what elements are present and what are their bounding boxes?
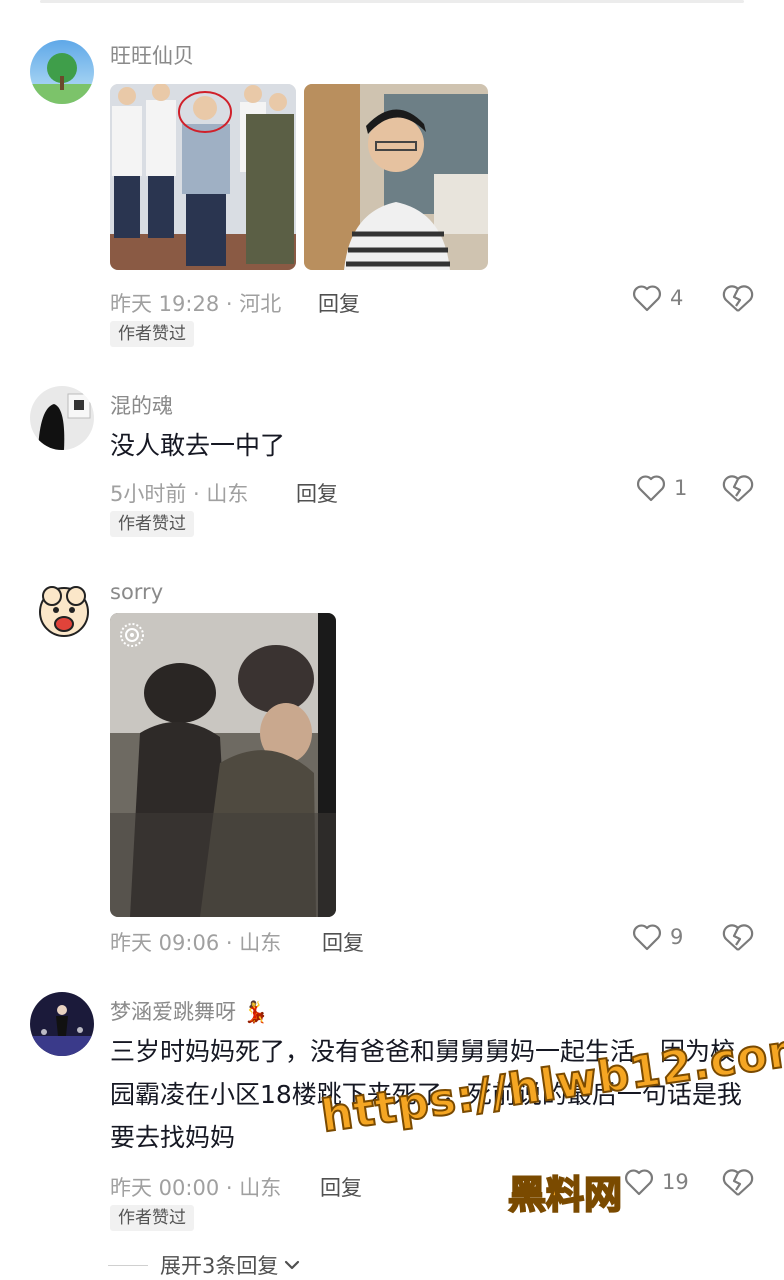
author-liked-badge: 作者赞过	[110, 511, 194, 537]
avatar[interactable]	[30, 386, 94, 450]
username-text: 梦涵爱跳舞呀	[110, 1000, 236, 1024]
username[interactable]: 混的魂	[110, 390, 173, 420]
expand-replies-label: 展开3条回复	[160, 1254, 279, 1278]
comment-meta: 昨天 09:06 · 山东	[110, 931, 282, 955]
comment-image-live-photo[interactable]	[110, 613, 336, 917]
watermark-label: 黑料网	[507, 1172, 623, 1218]
comment-image-selfie-photo[interactable]	[304, 84, 488, 270]
comment-meta: 昨天 00:00 · 山东	[110, 1176, 282, 1200]
reply-button[interactable]: 回复	[320, 1172, 362, 1202]
comment-text: 三岁时妈妈死了，没有爸爸和舅舅舅妈一起生活，因为校园霸凌在小区18楼跳下来死了，…	[110, 1037, 742, 1152]
expand-replies-button[interactable]: 展开3条回复	[108, 1250, 302, 1280]
username[interactable]: 梦涵爱跳舞呀 💃	[110, 996, 269, 1026]
like-count: 19	[662, 1170, 689, 1194]
heart-icon	[633, 285, 661, 312]
like-count: 9	[670, 925, 684, 949]
like-button[interactable]: 4	[632, 284, 683, 312]
heart-icon	[633, 924, 661, 951]
author-liked-badge: 作者赞过	[110, 321, 194, 347]
broken-heart-icon[interactable]	[722, 923, 754, 953]
comment-meta: 5小时前 · 山东	[110, 482, 249, 506]
chevron-down-icon	[285, 1260, 300, 1270]
reply-button[interactable]: 回复	[318, 288, 360, 318]
like-count: 1	[674, 476, 688, 500]
reply-button[interactable]: 回复	[296, 478, 338, 508]
dancer-emoji-icon: 💃	[242, 1000, 269, 1024]
avatar[interactable]	[30, 40, 94, 104]
comment-text: 没人敢去一中了	[110, 431, 286, 460]
broken-heart-icon[interactable]	[722, 474, 754, 504]
like-button[interactable]: 1	[636, 474, 687, 502]
like-button[interactable]: 19	[624, 1168, 689, 1196]
comment-image-group-photo[interactable]	[110, 84, 296, 270]
broken-heart-icon[interactable]	[722, 284, 754, 314]
avatar[interactable]	[30, 992, 94, 1056]
username[interactable]: sorry	[110, 580, 163, 604]
live-photo-icon	[120, 623, 144, 647]
top-divider	[40, 0, 744, 3]
username[interactable]: 旺旺仙贝	[110, 40, 194, 70]
heart-icon	[625, 1169, 653, 1196]
heart-icon	[637, 475, 665, 502]
author-liked-badge: 作者赞过	[110, 1205, 194, 1231]
avatar[interactable]	[30, 578, 94, 642]
reply-button[interactable]: 回复	[322, 927, 364, 957]
like-count: 4	[670, 286, 684, 310]
expand-divider	[108, 1264, 148, 1266]
like-button[interactable]: 9	[632, 923, 683, 951]
comment-meta: 昨天 19:28 · 河北	[110, 292, 282, 316]
broken-heart-icon[interactable]	[722, 1168, 754, 1198]
